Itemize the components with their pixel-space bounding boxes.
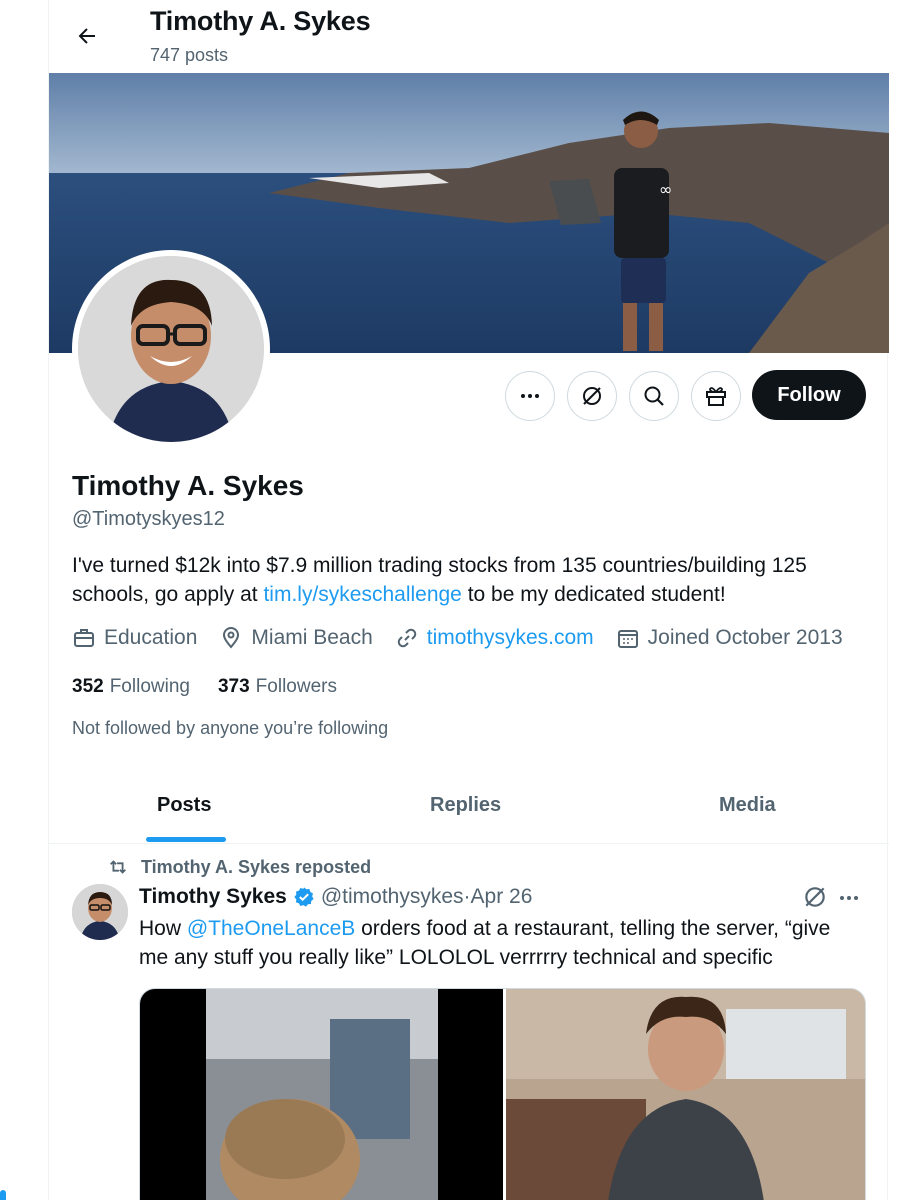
meta-website[interactable]: timothysykes.com <box>395 626 594 650</box>
profile-meta: Education Miami Beach timothysykes.com J… <box>72 626 865 650</box>
profile-avatar[interactable] <box>72 250 270 448</box>
post-media-right[interactable] <box>502 989 865 1200</box>
avatar-image <box>78 256 264 442</box>
category-label: Education <box>104 626 198 649</box>
profile-name: Timothy A. Sykes <box>72 470 304 501</box>
profile-tabs: Posts Replies Media <box>49 770 889 844</box>
active-tab-indicator <box>146 837 226 842</box>
post-more-button[interactable] <box>837 886 861 915</box>
location-icon <box>223 627 240 649</box>
tab-media[interactable]: Media <box>719 794 776 817</box>
grok-icon <box>583 387 601 405</box>
repost-indicator: Timothy A. Sykes reposted <box>107 856 371 878</box>
post-header: Timothy Sykes @timothysykes · Apr 26 <box>139 885 532 909</box>
profile-column: Timothy A. Sykes 747 posts ∞ Follow Timo… <box>48 0 889 1200</box>
post-author-name[interactable]: Timothy Sykes <box>139 885 287 909</box>
verified-badge <box>293 886 315 908</box>
link-icon <box>397 628 417 648</box>
meta-joined: Joined October 2013 <box>616 626 843 650</box>
followers-link[interactable]: 373 Followers <box>218 676 337 698</box>
following-link[interactable]: 352 Following <box>72 676 190 698</box>
post-mention[interactable]: @TheOneLanceB <box>187 917 355 940</box>
verified-icon <box>294 887 314 907</box>
grok-icon <box>805 887 825 907</box>
more-options-button[interactable] <box>505 371 555 421</box>
gift-button[interactable] <box>691 371 741 421</box>
meta-category: Education <box>72 626 197 650</box>
post-media[interactable] <box>139 988 866 1200</box>
post-author-avatar[interactable] <box>72 884 128 940</box>
followers-count: 373 <box>217 676 250 697</box>
following-label: Following <box>109 676 190 697</box>
post-text-start: How <box>139 917 187 940</box>
post-author-handle[interactable]: @timothysykes <box>321 885 464 909</box>
meta-location: Miami Beach <box>219 626 373 650</box>
svg-text:∞: ∞ <box>659 180 672 199</box>
more-icon <box>840 896 858 900</box>
follow-button[interactable]: Follow <box>752 370 866 420</box>
bio-text-end: to be my dedicated student! <box>461 583 726 606</box>
back-button[interactable] <box>67 16 107 56</box>
search-icon <box>644 386 664 406</box>
edge-indicator <box>0 1190 6 1200</box>
briefcase-icon <box>74 629 94 647</box>
tab-posts[interactable]: Posts <box>157 794 211 817</box>
more-icon <box>521 394 539 398</box>
website-link[interactable]: timothysykes.com <box>427 626 594 650</box>
post-grok-button[interactable] <box>802 884 828 915</box>
back-arrow-icon <box>78 28 95 44</box>
post-avatar-image <box>72 884 128 940</box>
header-post-count: 747 posts <box>150 45 229 65</box>
gift-icon <box>706 387 726 406</box>
repost-label[interactable]: Timothy A. Sykes reposted <box>141 857 371 878</box>
joined-label: Joined October 2013 <box>647 626 843 649</box>
post-text: How @TheOneLanceB orders food at a resta… <box>139 914 859 972</box>
grok-button[interactable] <box>567 371 617 421</box>
profile-handle: @Timotyskyes12 <box>72 508 225 530</box>
tab-replies[interactable]: Replies <box>430 794 501 817</box>
following-count: 352 <box>72 676 104 697</box>
search-button[interactable] <box>629 371 679 421</box>
profile-bio: I've turned $12k into $7.9 million tradi… <box>72 551 862 609</box>
header-title: Timothy A. Sykes <box>150 6 371 36</box>
post-date[interactable]: Apr 26 <box>471 885 533 909</box>
calendar-icon <box>617 630 638 648</box>
followers-label: Followers <box>255 676 337 697</box>
follow-counts: 352 Following 373 Followers <box>72 676 365 698</box>
location-label: Miami Beach <box>251 626 373 649</box>
top-bar: Timothy A. Sykes 747 posts <box>49 0 889 73</box>
post-media-left[interactable] <box>140 989 503 1200</box>
media-image-right <box>505 989 865 1200</box>
bio-link[interactable]: tim.ly/sykeschallenge <box>263 583 461 606</box>
repost-icon <box>110 860 126 874</box>
post-separator: · <box>463 885 471 908</box>
not-followed-note: Not followed by anyone you’re following <box>72 718 389 738</box>
media-image-left <box>140 989 503 1200</box>
